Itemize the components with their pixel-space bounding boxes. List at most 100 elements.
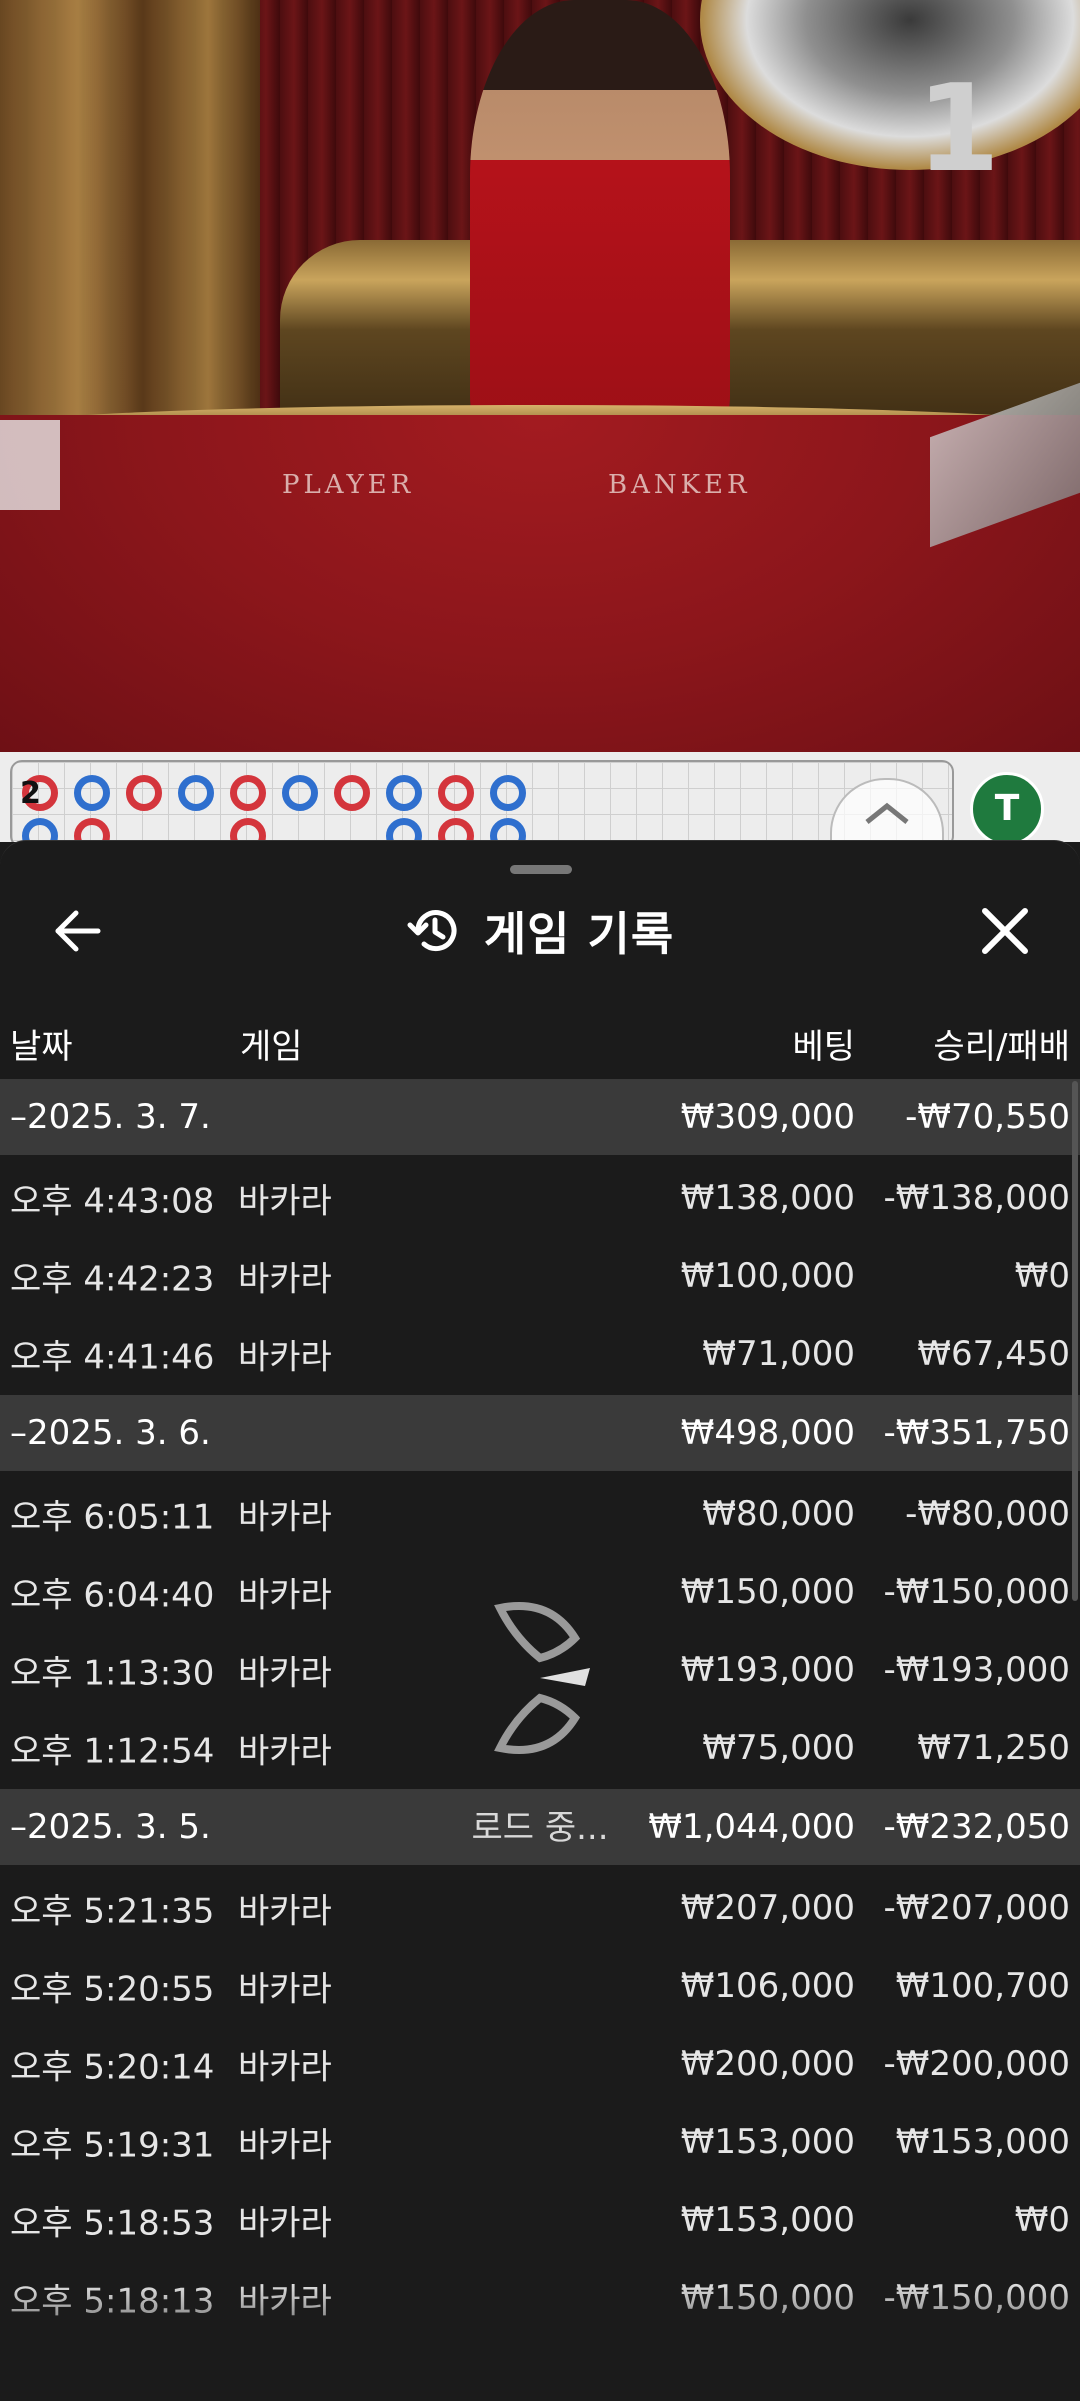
drag-handle[interactable] [510,865,572,874]
row-time: 오후 1:12:54 [10,1731,215,1772]
group-date: –2025. 3. 6. [10,1413,211,1453]
history-clock-icon [407,910,457,952]
row-game: 바카라 [238,1497,332,1538]
row-winloss: -₩200,000 [883,2044,1071,2084]
row-game: 바카라 [238,2125,332,2166]
row-time: 오후 4:43:08 [10,1181,215,1222]
row-time: 오후 5:18:13 [10,2281,215,2322]
row-bet: ₩106,000 [680,1966,855,2006]
group-winloss-total: -₩351,750 [883,1413,1071,1453]
player-bead [490,775,526,811]
shoe-badge: 2 [20,776,41,811]
close-icon [982,908,1028,954]
banker-bead [230,775,266,811]
row-bet: ₩193,000 [680,1650,855,1690]
row-bet: ₩200,000 [680,2044,855,2084]
round-number: 1 [916,60,1001,199]
row-bet: ₩150,000 [680,2278,855,2318]
row-winloss: ₩71,250 [917,1728,1070,1768]
row-winloss: -₩207,000 [883,1888,1071,1928]
column-header-winloss: 승리/패배 [933,1027,1070,1067]
row-time: 오후 5:21:35 [10,1891,215,1932]
row-winloss: ₩100,700 [895,1966,1070,2006]
row-winloss: -₩138,000 [883,1178,1071,1218]
row-bet: ₩100,000 [680,1256,855,1296]
row-winloss: ₩0 [1014,1256,1070,1296]
history-row[interactable]: 오후 5:19:31 바카라 ₩153,000 ₩153,000 [0,2103,1080,2181]
column-header-bet: 베팅 [792,1027,855,1067]
row-bet: ₩71,000 [702,1334,855,1374]
row-bet: ₩150,000 [680,1572,855,1612]
date-group-row[interactable]: –2025. 3. 6. ₩498,000 -₩351,750 [0,1395,1080,1471]
history-row[interactable]: 오후 5:21:35 바카라 ₩207,000 -₩207,000 [0,1869,1080,1947]
row-time: 오후 5:20:55 [10,1969,215,2010]
close-button[interactable] [975,901,1035,961]
group-date: –2025. 3. 5. [10,1807,211,1847]
row-time: 오후 6:04:40 [10,1575,215,1616]
sheet-header: 게임 기록 [0,891,1080,971]
row-game: 바카라 [238,1653,332,1694]
column-header-date: 날짜 [10,1027,73,1067]
history-row[interactable]: 오후 5:20:55 바카라 ₩106,000 ₩100,700 [0,1947,1080,2025]
banker-table-label: BANKER [608,470,751,500]
page-title: 게임 기록 [483,907,675,961]
banker-bead [334,775,370,811]
player-table-label: PLAYER [282,470,415,500]
row-winloss: ₩67,450 [917,1334,1070,1374]
player-bead [178,775,214,811]
history-row[interactable]: 오후 5:20:14 바카라 ₩200,000 -₩200,000 [0,2025,1080,2103]
row-game: 바카라 [238,1181,332,1222]
history-row[interactable]: 오후 4:41:46 바카라 ₩71,000 ₩67,450 [0,1315,1080,1393]
row-bet: ₩153,000 [680,2122,855,2162]
card-stack [0,420,60,510]
row-game: 바카라 [238,1337,332,1378]
loading-text: 로드 중... [471,1808,609,1848]
row-time: 오후 4:42:23 [10,1259,215,1300]
row-winloss: ₩0 [1014,2200,1070,2240]
row-bet: ₩138,000 [680,1178,855,1218]
gold-pillar-left [0,0,260,460]
row-game: 바카라 [238,1969,332,2010]
row-bet: ₩153,000 [680,2200,855,2240]
group-bet-total: ₩498,000 [680,1413,855,1453]
history-row[interactable]: 오후 5:18:13 바카라 ₩150,000 -₩150,000 [0,2259,1080,2337]
tie-badge: T [970,772,1044,846]
row-game: 바카라 [238,1259,332,1300]
history-row[interactable]: 오후 6:05:11 바카라 ₩80,000 -₩80,000 [0,1475,1080,1553]
row-time: 오후 1:13:30 [10,1653,215,1694]
history-row[interactable]: 오후 4:42:23 바카라 ₩100,000 ₩0 [0,1237,1080,1315]
chevron-up-icon [865,802,909,824]
scrollbar[interactable] [1072,1081,1078,1601]
player-bead [386,775,422,811]
row-time: 오후 4:41:46 [10,1337,215,1378]
row-winloss: -₩150,000 [883,2278,1071,2318]
row-game: 바카라 [238,2203,332,2244]
row-time: 오후 5:18:53 [10,2203,215,2244]
row-winloss: ₩153,000 [895,2122,1070,2162]
row-game: 바카라 [238,1891,332,1932]
player-bead [74,775,110,811]
date-group-row[interactable]: –2025. 3. 7. ₩309,000 -₩70,550 [0,1079,1080,1155]
row-time: 오후 6:05:11 [10,1497,215,1538]
live-video: 1 PLAYER BANKER [0,0,1080,752]
column-header-game: 게임 [240,1027,303,1067]
dealer [470,0,730,440]
group-winloss-total: -₩232,050 [883,1807,1071,1847]
row-winloss: -₩150,000 [883,1572,1071,1612]
row-time: 오후 5:19:31 [10,2125,215,2166]
loading-spinner-icon [480,1598,600,1758]
baccarat-table [0,415,1080,752]
row-game: 바카라 [238,1731,332,1772]
group-winloss-total: -₩70,550 [905,1097,1070,1137]
row-winloss: -₩80,000 [905,1494,1070,1534]
row-bet: ₩80,000 [702,1494,855,1534]
row-game: 바카라 [238,2281,332,2322]
row-game: 바카라 [238,1575,332,1616]
banker-bead [438,775,474,811]
group-bet-total: ₩309,000 [680,1097,855,1137]
history-row[interactable]: 오후 5:18:53 바카라 ₩153,000 ₩0 [0,2181,1080,2259]
group-bet-total: ₩1,044,000 [648,1807,855,1847]
history-row[interactable]: 오후 4:43:08 바카라 ₩138,000 -₩138,000 [0,1159,1080,1237]
player-bead [282,775,318,811]
row-bet: ₩75,000 [702,1728,855,1768]
